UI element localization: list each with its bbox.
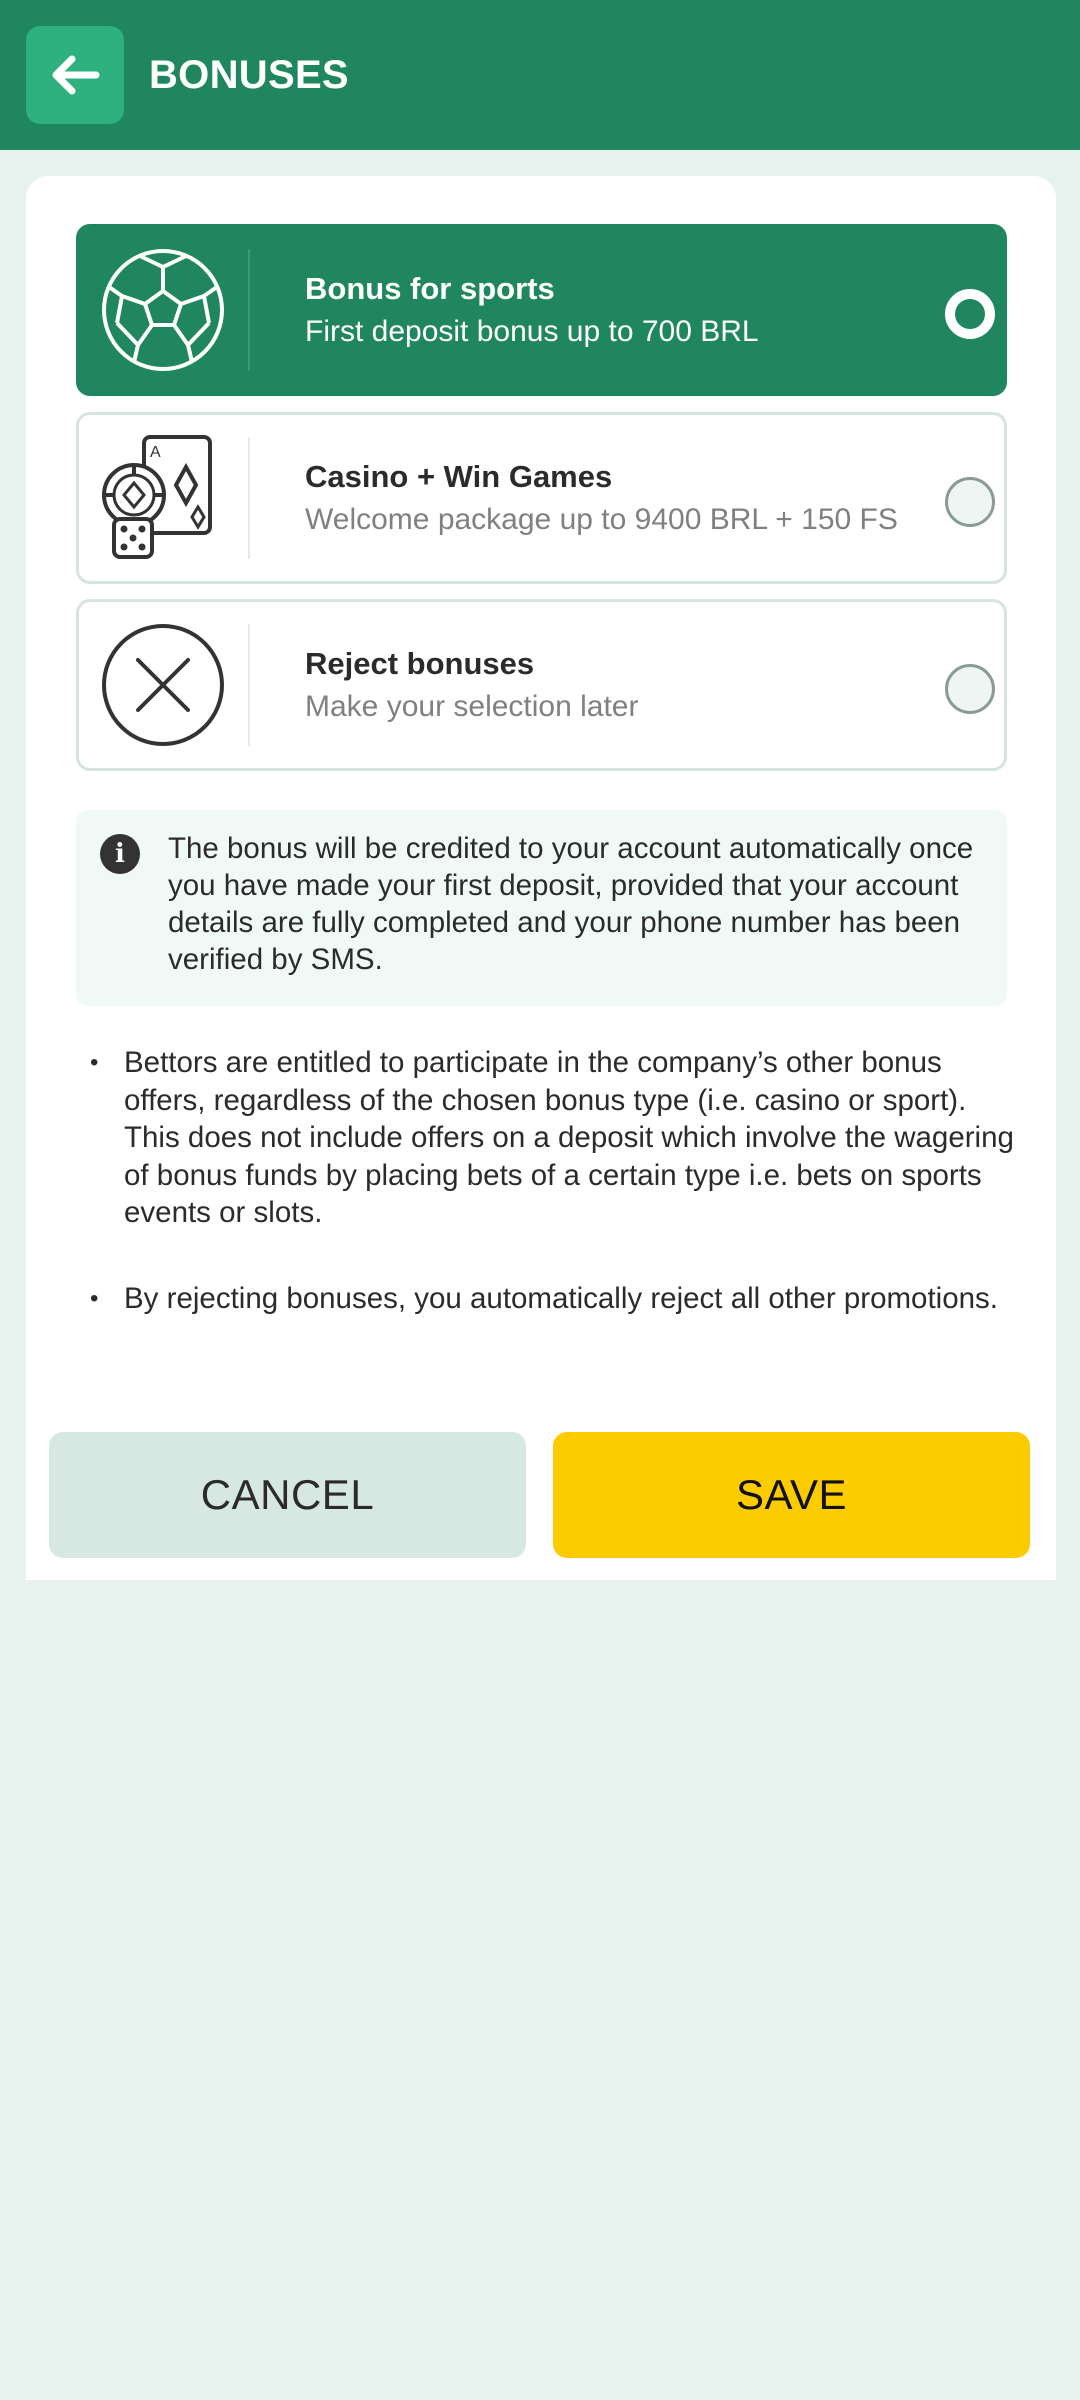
svg-text:A: A <box>150 444 161 461</box>
radio-unselected[interactable] <box>945 477 995 527</box>
soccer-ball-icon <box>99 245 227 375</box>
option-title: Bonus for sports <box>305 271 555 306</box>
save-button[interactable]: SAVE <box>553 1432 1030 1558</box>
info-icon: i <box>100 834 140 874</box>
close-circle-icon <box>99 620 227 750</box>
option-divider <box>248 624 250 746</box>
option-title: Reject bonuses <box>305 646 535 681</box>
note-text: By rejecting bonuses, you automatically … <box>124 1282 998 1315</box>
bullet-dot: • <box>90 1285 99 1312</box>
bonus-option-reject[interactable]: Reject bonuses Make your selection later <box>76 599 1007 771</box>
option-title: Casino + Win Games <box>305 459 613 494</box>
option-subtitle: First deposit bonus up to 700 BRL <box>305 315 759 348</box>
radio-selected[interactable] <box>945 289 995 339</box>
top-bar: BONUSES <box>0 0 1080 150</box>
radio-unselected[interactable] <box>945 664 995 714</box>
cancel-button[interactable]: CANCEL <box>49 1432 526 1558</box>
info-notice: i The bonus will be credited to your acc… <box>76 810 1007 1006</box>
arrow-left-icon <box>52 55 100 95</box>
casino-cards-dice-icon: A <box>99 433 227 563</box>
bullet-dot: • <box>90 1049 99 1076</box>
back-button[interactable] <box>26 26 124 124</box>
bonus-option-sports[interactable]: Bonus for sports First deposit bonus up … <box>76 224 1007 396</box>
note-item: • By rejecting bonuses, you automaticall… <box>90 1280 1020 1360</box>
page-title: BONUSES <box>149 53 349 97</box>
bonus-card: Bonus for sports First deposit bonus up … <box>26 176 1056 1406</box>
option-divider <box>248 249 250 371</box>
note-text: Bettors are entitled to participate in t… <box>124 1046 1014 1229</box>
info-text: The bonus will be credited to your accou… <box>168 832 974 976</box>
option-subtitle: Make your selection later <box>305 690 639 723</box>
note-item: • Bettors are entitled to participate in… <box>90 1044 1020 1234</box>
bonus-option-casino[interactable]: A Casino + Win Games Welcome package up … <box>76 412 1007 584</box>
option-subtitle: Welcome package up to 9400 BRL + 150 FS <box>305 503 898 536</box>
option-divider <box>248 437 250 559</box>
action-bar: CANCEL SAVE <box>26 1406 1056 1580</box>
